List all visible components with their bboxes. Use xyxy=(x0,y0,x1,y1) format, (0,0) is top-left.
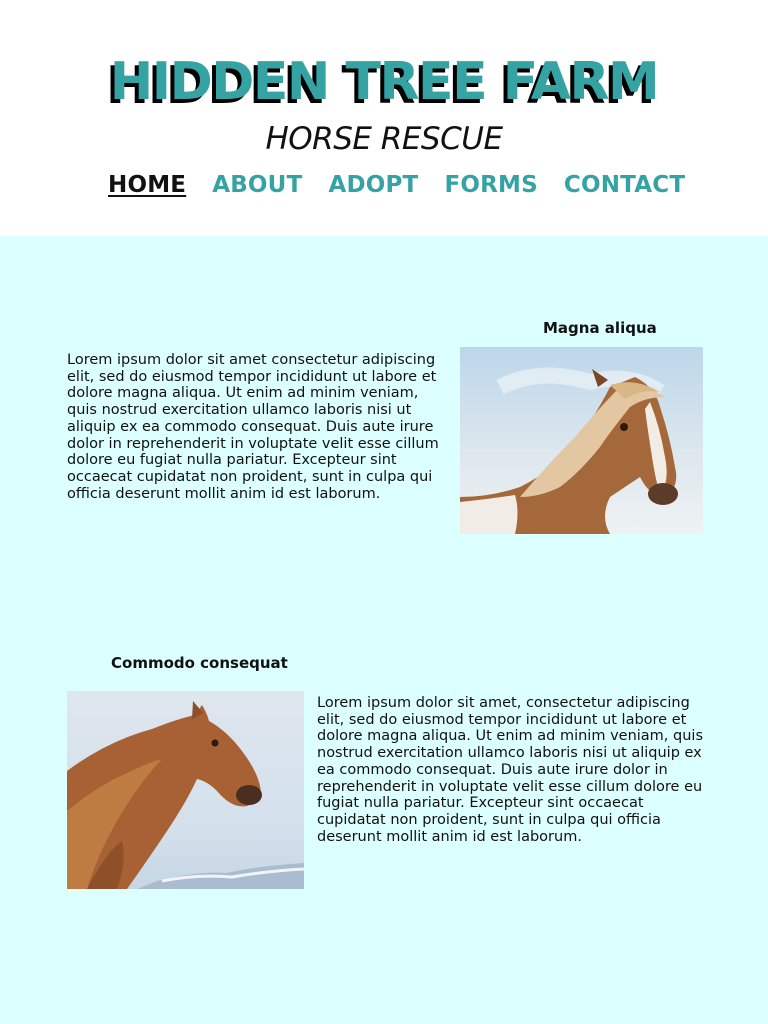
section-heading-commodo-consequat: Commodo consequat xyxy=(111,654,288,672)
section-body-commodo-consequat: Lorem ipsum dolor sit amet, consectetur … xyxy=(317,695,703,845)
nav-item-forms[interactable]: FORMS xyxy=(444,172,537,198)
nav-item-about[interactable]: ABOUT xyxy=(212,172,302,198)
section-heading-magna-aliqua: Magna aliqua xyxy=(543,319,657,337)
horse-photo-chestnut xyxy=(67,691,304,889)
site-title: HIDDEN TREE FARM xyxy=(109,52,660,112)
main-content: Magna aliqua Lorem ipsum dolor sit amet … xyxy=(0,236,768,1024)
nav-item-adopt[interactable]: ADOPT xyxy=(328,172,418,198)
horse-photo-pinto xyxy=(460,347,703,534)
site-subtitle: HORSE RESCUE xyxy=(265,121,503,157)
nav-item-contact[interactable]: CONTACT xyxy=(564,172,685,198)
nav-item-home[interactable]: HOME xyxy=(108,172,186,198)
site-header: HIDDEN TREE FARM HORSE RESCUE HOME ABOUT… xyxy=(0,0,768,236)
section-body-magna-aliqua: Lorem ipsum dolor sit amet consectetur a… xyxy=(67,352,439,502)
main-nav: HOME ABOUT ADOPT FORMS CONTACT xyxy=(108,168,685,202)
